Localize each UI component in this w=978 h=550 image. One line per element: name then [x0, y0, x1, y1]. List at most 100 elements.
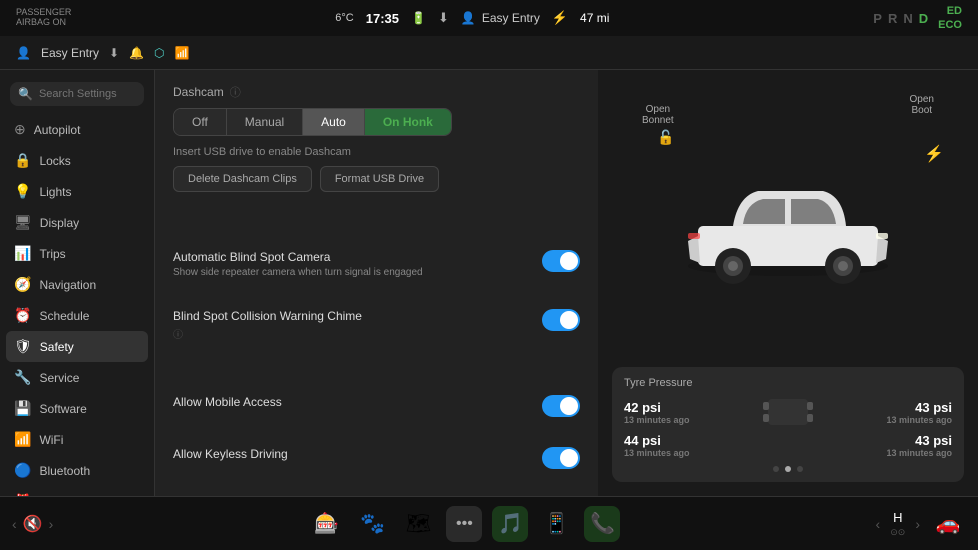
dot-2 [785, 466, 791, 472]
status-left: PASSENGERAIRBAG ON [16, 8, 71, 28]
temperature: 6°C [335, 12, 353, 24]
sidebar-item-navigation[interactable]: 🧭 Navigation [0, 269, 154, 300]
toggle-blind-spot-camera-knob [560, 252, 578, 270]
dashcam-section: Dashcam ⓘ Off Manual Auto On Honk Insert… [173, 84, 580, 206]
sidebar-label-autopilot: Autopilot [34, 123, 81, 137]
sidebar-label-software: Software [39, 402, 86, 416]
sidebar-label-bluetooth: Bluetooth [39, 464, 90, 478]
app-spotify[interactable]: 🎵 [492, 506, 528, 542]
autopilot-icon: ⊕ [14, 121, 26, 138]
volume-icon[interactable]: 🔇 [23, 514, 43, 534]
taskbar-nav-next[interactable]: › [915, 516, 920, 532]
nav-prev-arrow[interactable]: ‹ [12, 516, 17, 532]
main-area: 🔍 ⊕ Autopilot 🔒 Locks 💡 Lights 🖥 Display… [0, 70, 978, 496]
taskbar-nav-prev[interactable]: ‹ [876, 516, 881, 532]
sidebar-label-service: Service [39, 371, 79, 385]
sidebar-item-trips[interactable]: 📊 Trips [0, 238, 154, 269]
schedule-icon: ⏰ [14, 307, 31, 324]
dashcam-manual-button[interactable]: Manual [227, 109, 303, 135]
taskbar-center: 🎰 🐾 🗺 ••• 🎵 📱 📞 [308, 506, 620, 542]
app-icon-1[interactable]: 🎰 [308, 506, 344, 542]
prnd-display: P R N D [873, 11, 928, 26]
tyre-rl-psi: 44 psi [624, 433, 757, 448]
easy-entry-header: 👤 Easy Entry [461, 11, 540, 25]
dashcam-label: Dashcam [173, 85, 224, 99]
sidebar-label-lights: Lights [39, 185, 71, 199]
toggle-blind-spot-camera-switch[interactable] [542, 250, 580, 272]
tyre-rl-time: 13 minutes ago [624, 448, 757, 458]
app-icon-2[interactable]: 🐾 [354, 506, 390, 542]
lights-icon: 💡 [14, 183, 31, 200]
open-bonnet-label: Open Bonnet [642, 104, 674, 126]
sidebar-item-lights[interactable]: 💡 Lights [0, 176, 154, 207]
sidebar-item-software[interactable]: 💾 Software [0, 393, 154, 424]
nav-next-arrow[interactable]: › [49, 516, 54, 532]
sidebar-item-wifi[interactable]: 📶 WiFi [0, 424, 154, 455]
download-icon-2: ⬇ [109, 46, 119, 60]
trips-icon: 📊 [14, 245, 31, 262]
download-icon: ⬇ [438, 10, 449, 26]
sidebar-label-safety: Safety [40, 340, 74, 354]
tyre-fl-psi: 42 psi [624, 400, 757, 415]
dashcam-info-icon: ⓘ [230, 84, 241, 100]
software-icon: 💾 [14, 400, 31, 417]
sidebar-item-autopilot[interactable]: ⊕ Autopilot [0, 114, 154, 145]
dashcam-off-button[interactable]: Off [174, 109, 227, 135]
sidebar-item-service[interactable]: 🔧 Service [0, 362, 154, 393]
sidebar-item-safety[interactable]: 🛡 Safety [6, 331, 148, 362]
search-box[interactable]: 🔍 [10, 82, 144, 106]
format-usb-button[interactable]: Format USB Drive [320, 166, 439, 192]
tyre-car-diagram [763, 397, 813, 427]
dashcam-auto-button[interactable]: Auto [303, 109, 365, 135]
sidebar-item-upgrades[interactable]: 🎁 Upgrades [0, 486, 154, 496]
app-phone[interactable]: 📱 [538, 506, 574, 542]
tyre-rear-left: 44 psi 13 minutes ago [624, 433, 757, 458]
gear-row: H [893, 510, 902, 525]
sidebar-item-display[interactable]: 🖥 Display [0, 207, 154, 238]
sidebar-item-locks[interactable]: 🔒 Locks [0, 145, 154, 176]
person-icon: 👤 [461, 11, 476, 25]
tyre-pressure-title: Tyre Pressure [624, 377, 952, 389]
sidebar-label-display: Display [40, 216, 79, 230]
tyre-diagram-svg [763, 397, 813, 427]
toggle-keyless-driving-switch[interactable] [542, 447, 580, 469]
right-panel: Open Bonnet Open Boot 🔓 ⚡ [598, 70, 978, 496]
content-area: Dashcam ⓘ Off Manual Auto On Honk Insert… [155, 70, 598, 496]
app-maps[interactable]: 🗺 [400, 506, 436, 542]
status-bar: PASSENGERAIRBAG ON 6°C 17:35 🔋 ⬇ 👤 Easy … [0, 0, 978, 36]
car-illustration [658, 151, 918, 291]
sidebar: 🔍 ⊕ Autopilot 🔒 Locks 💡 Lights 🖥 Display… [0, 70, 155, 496]
tyre-fr-time: 13 minutes ago [819, 415, 952, 425]
toggle-keyless-driving-info: Allow Keyless Driving [173, 447, 532, 463]
car-controls: Open Bonnet Open Boot 🔓 ⚡ [612, 84, 964, 357]
dot-3 [797, 466, 803, 472]
toggle-collision-warning-label: Blind Spot Collision Warning Chime [173, 309, 532, 323]
bt-icon: ⬡ [154, 46, 164, 60]
gear-r: R [888, 11, 897, 26]
dashcam-honk-button[interactable]: On Honk [365, 109, 451, 135]
open-boot-button[interactable]: Open Boot [910, 94, 934, 116]
app-car[interactable]: 🚗 [930, 506, 966, 542]
toggle-blind-spot-camera: Automatic Blind Spot Camera Show side re… [173, 242, 580, 287]
app-more[interactable]: ••• [446, 506, 482, 542]
gear-p: P [873, 11, 882, 26]
sidebar-item-bluetooth[interactable]: 🔵 Bluetooth [0, 455, 154, 486]
battery-icon: 🔋 [411, 11, 426, 25]
delete-clips-button[interactable]: Delete Dashcam Clips [173, 166, 312, 192]
usb-note: Insert USB drive to enable Dashcam [173, 146, 580, 158]
car-svg [658, 151, 918, 291]
toggle-mobile-access-switch[interactable] [542, 395, 580, 417]
dashcam-button-group: Off Manual Auto On Honk [173, 108, 452, 136]
second-bar: 👤 Easy Entry ⬇ 🔔 ⬡ 📶 [0, 36, 978, 70]
toggle-keyless-driving-knob [560, 449, 578, 467]
gear-mode-1: ED [947, 5, 962, 17]
sidebar-item-schedule[interactable]: ⏰ Schedule [0, 300, 154, 331]
app-call[interactable]: 📞 [584, 506, 620, 542]
tyre-rr-time: 13 minutes ago [819, 448, 952, 458]
toggle-collision-warning-switch[interactable] [542, 309, 580, 331]
open-bonnet-button[interactable]: Open Bonnet [642, 104, 674, 126]
sidebar-label-wifi: WiFi [39, 433, 63, 447]
tyre-pressure-panel: Tyre Pressure 42 psi 13 minutes ago [612, 367, 964, 482]
gear-control[interactable]: H ⊙⊙ [890, 510, 905, 538]
search-input[interactable] [39, 88, 136, 100]
